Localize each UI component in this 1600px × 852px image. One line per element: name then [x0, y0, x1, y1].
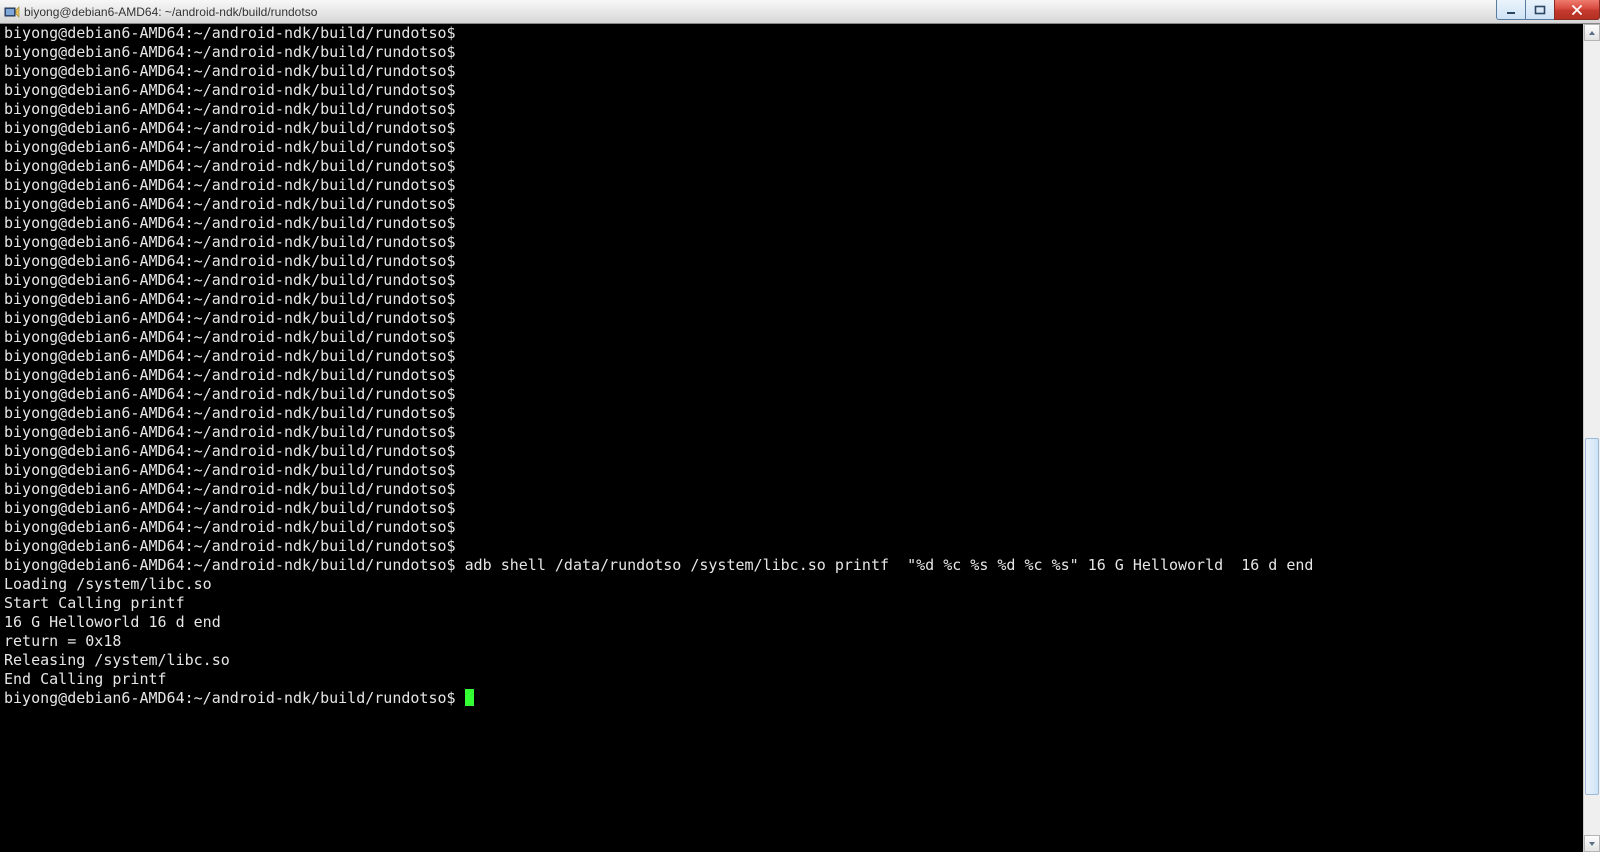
output-line: Releasing /system/libc.so: [4, 651, 1579, 670]
prompt-line: biyong@debian6-AMD64:~/android-ndk/build…: [4, 119, 1579, 138]
putty-icon: [4, 4, 20, 20]
prompt-line: biyong@debian6-AMD64:~/android-ndk/build…: [4, 62, 1579, 81]
scroll-down-button[interactable]: [1584, 835, 1600, 852]
prompt-line: biyong@debian6-AMD64:~/android-ndk/build…: [4, 537, 1579, 556]
prompt-line: biyong@debian6-AMD64:~/android-ndk/build…: [4, 499, 1579, 518]
close-button[interactable]: [1554, 0, 1600, 20]
prompt-line: biyong@debian6-AMD64:~/android-ndk/build…: [4, 24, 1579, 43]
prompt-line: biyong@debian6-AMD64:~/android-ndk/build…: [4, 366, 1579, 385]
window-title: biyong@debian6-AMD64: ~/android-ndk/buil…: [24, 5, 1497, 19]
prompt-line: biyong@debian6-AMD64:~/android-ndk/build…: [4, 347, 1579, 366]
output-line: return = 0x18: [4, 632, 1579, 651]
prompt-line: biyong@debian6-AMD64:~/android-ndk/build…: [4, 271, 1579, 290]
output-line: 16 G Helloworld 16 d end: [4, 613, 1579, 632]
prompt-line: biyong@debian6-AMD64:~/android-ndk/build…: [4, 442, 1579, 461]
scrollbar[interactable]: [1583, 24, 1600, 852]
current-prompt-line: biyong@debian6-AMD64:~/android-ndk/build…: [4, 689, 1579, 708]
prompt-line: biyong@debian6-AMD64:~/android-ndk/build…: [4, 309, 1579, 328]
prompt-line: biyong@debian6-AMD64:~/android-ndk/build…: [4, 43, 1579, 62]
prompt-line: biyong@debian6-AMD64:~/android-ndk/build…: [4, 480, 1579, 499]
terminal[interactable]: biyong@debian6-AMD64:~/android-ndk/build…: [0, 24, 1583, 852]
prompt-line: biyong@debian6-AMD64:~/android-ndk/build…: [4, 328, 1579, 347]
scroll-track[interactable]: [1584, 41, 1600, 835]
prompt-line: biyong@debian6-AMD64:~/android-ndk/build…: [4, 176, 1579, 195]
command-line: biyong@debian6-AMD64:~/android-ndk/build…: [4, 556, 1579, 575]
prompt-line: biyong@debian6-AMD64:~/android-ndk/build…: [4, 100, 1579, 119]
prompt-line: biyong@debian6-AMD64:~/android-ndk/build…: [4, 461, 1579, 480]
prompt-line: biyong@debian6-AMD64:~/android-ndk/build…: [4, 385, 1579, 404]
maximize-button[interactable]: [1525, 0, 1555, 20]
window-titlebar: biyong@debian6-AMD64: ~/android-ndk/buil…: [0, 0, 1600, 24]
prompt-line: biyong@debian6-AMD64:~/android-ndk/build…: [4, 518, 1579, 537]
minimize-button[interactable]: [1496, 0, 1526, 20]
prompt-line: biyong@debian6-AMD64:~/android-ndk/build…: [4, 157, 1579, 176]
prompt-line: biyong@debian6-AMD64:~/android-ndk/build…: [4, 81, 1579, 100]
terminal-container: biyong@debian6-AMD64:~/android-ndk/build…: [0, 24, 1600, 852]
output-line: Loading /system/libc.so: [4, 575, 1579, 594]
prompt-line: biyong@debian6-AMD64:~/android-ndk/build…: [4, 423, 1579, 442]
window-controls: [1497, 0, 1600, 23]
prompt-line: biyong@debian6-AMD64:~/android-ndk/build…: [4, 195, 1579, 214]
prompt-line: biyong@debian6-AMD64:~/android-ndk/build…: [4, 233, 1579, 252]
prompt-line: biyong@debian6-AMD64:~/android-ndk/build…: [4, 404, 1579, 423]
prompt-line: biyong@debian6-AMD64:~/android-ndk/build…: [4, 252, 1579, 271]
prompt-line: biyong@debian6-AMD64:~/android-ndk/build…: [4, 290, 1579, 309]
cursor: [465, 689, 474, 706]
scroll-thumb[interactable]: [1585, 438, 1599, 795]
output-line: Start Calling printf: [4, 594, 1579, 613]
output-line: End Calling printf: [4, 670, 1579, 689]
scroll-up-button[interactable]: [1584, 24, 1600, 41]
prompt-line: biyong@debian6-AMD64:~/android-ndk/build…: [4, 138, 1579, 157]
prompt-line: biyong@debian6-AMD64:~/android-ndk/build…: [4, 214, 1579, 233]
